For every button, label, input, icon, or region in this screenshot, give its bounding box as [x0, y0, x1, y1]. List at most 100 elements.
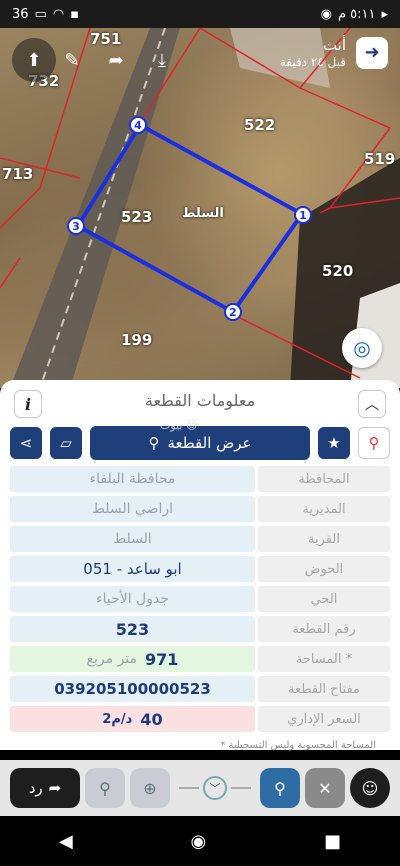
google-maps-icon: ⚲: [368, 434, 380, 452]
info-button[interactable]: i: [14, 390, 42, 418]
share-button[interactable]: ⋖: [10, 427, 42, 459]
tools-icon: ✕: [318, 778, 332, 798]
download-icon: ⤓: [158, 49, 166, 71]
forward-icon: ➦: [108, 49, 124, 71]
parcel-info-panel: i معلومات القطعة ︿ ⋖ ▱ بيوت ☺ ⚲ عرض القط…: [0, 380, 400, 751]
favorite-button[interactable]: ★: [318, 427, 350, 459]
compass-icon: ⬆: [26, 49, 42, 71]
status-time: ٥:١١ م: [337, 6, 376, 22]
google-maps-button[interactable]: ⚲: [358, 427, 390, 459]
parcel-label-713: 713: [2, 165, 34, 183]
parcel-label-519: 519: [364, 150, 396, 168]
area-key: المساحة *: [258, 646, 390, 672]
reply-arrow-icon: ➦: [48, 779, 62, 797]
parcel-number-value: 523: [10, 616, 255, 642]
directorate-key: المديرية: [258, 496, 390, 522]
status-bar: 36 ▭ ◠ ▪ ◉ ٥:١١ م ▸: [0, 0, 400, 28]
directorate-value: اراضي السلط: [10, 496, 255, 522]
chevron-up-icon: ︿: [365, 397, 379, 413]
show-parcel-button[interactable]: بيوت ☺ ⚲ عرض القطعة: [90, 419, 310, 460]
info-table: محافظة البلقاء المحافظة اراضي السلط المد…: [0, 466, 400, 755]
price-cell: د/م2 40: [10, 706, 255, 732]
reply-button[interactable]: رد ➦: [10, 768, 80, 808]
vertex-marker-3[interactable]: 3: [67, 217, 85, 235]
collapse-button[interactable]: ︿: [358, 390, 386, 418]
locate-me-button[interactable]: ◎: [342, 328, 382, 368]
table-row: د/م2 40 السعر الإداري: [10, 706, 390, 732]
neighborhood-key: الحي: [258, 586, 390, 612]
table-row: 523 رقم القطعة: [10, 616, 390, 642]
handle-line-left: [179, 787, 199, 789]
share-arrow-icon: ➜: [364, 42, 380, 64]
parcel-key-key: مفتاح القطعة: [258, 676, 390, 702]
vertex-marker-1[interactable]: 1: [294, 206, 312, 224]
governorate-key: المحافظة: [258, 466, 390, 492]
area-note: * المساحة المحسوبة وليس التسجيلية: [220, 740, 376, 751]
table-row: ابو ساعد - 051 الحوض: [10, 556, 390, 582]
parcel-label-522: 522: [244, 116, 276, 134]
recents-icon[interactable]: ■: [324, 831, 341, 852]
basin-value: ابو ساعد - 051: [10, 556, 255, 582]
panel-header: i معلومات القطعة ︿: [0, 380, 400, 420]
battery-icon: ▭: [34, 6, 47, 22]
polygon-icon: ▱: [60, 434, 72, 452]
reply-label: رد: [28, 779, 43, 797]
area-unit: متر مربع: [86, 651, 138, 667]
show-parcel-label: عرض القطعة: [167, 434, 252, 452]
village-key: القرية: [258, 526, 390, 552]
area-cell: متر مربع 971: [10, 646, 255, 672]
share-map-button[interactable]: ➜: [356, 36, 388, 69]
pencil-icon: ✎: [64, 49, 80, 71]
home-icon[interactable]: ◉: [191, 831, 207, 852]
notification-icon: ▪: [70, 6, 79, 22]
download-button[interactable]: ⤓: [140, 38, 184, 82]
add-location-button[interactable]: ⊕: [130, 768, 170, 808]
panel-actions: ⋖ ▱ بيوت ☺ ⚲ عرض القطعة ★ ⚲: [0, 419, 400, 466]
price-key: السعر الإداري: [258, 706, 390, 732]
village-value: السلط: [10, 526, 255, 552]
table-row: السلط القرية: [10, 526, 390, 552]
expand-handle[interactable]: ﹀: [175, 776, 255, 800]
vertex-marker-4[interactable]: 4: [129, 116, 147, 134]
forward-button[interactable]: ➦: [94, 38, 138, 82]
parcel-label-523: 523: [121, 208, 153, 226]
battery-level: 36: [12, 6, 29, 22]
whatsapp-icon: ◉: [320, 6, 332, 22]
governorate-value: محافظة البلقاء: [10, 466, 255, 492]
location-button[interactable]: ⚲: [260, 768, 300, 808]
parcel-key-value[interactable]: 039205100000523: [10, 676, 255, 702]
price-value: 40: [140, 709, 163, 729]
table-row: جدول الأحياء الحي: [10, 586, 390, 612]
watermark: بيوت ☺: [160, 419, 198, 432]
search-button[interactable]: ⚲: [85, 768, 125, 808]
draw-area-button[interactable]: ▱: [50, 427, 82, 459]
table-row: محافظة البلقاء المحافظة: [10, 466, 390, 492]
back-icon[interactable]: ◀: [59, 831, 73, 852]
map-header-title: أنت: [322, 36, 346, 54]
star-icon: ★: [327, 434, 341, 452]
neighborhood-value: جدول الأحياء: [10, 586, 255, 612]
chevron-down-icon: ﹀: [203, 776, 227, 800]
area-label: السلط: [182, 206, 224, 221]
vertex-marker-2[interactable]: 2: [224, 303, 242, 321]
share-icon: ⋖: [19, 434, 33, 452]
search-icon: ⚲: [99, 778, 111, 798]
price-unit: د/م2: [102, 711, 133, 727]
emoji-icon: ☺: [361, 778, 379, 798]
map-header: أنت قبل ٢٤ دقيقة ➜: [280, 36, 388, 70]
table-row: 039205100000523 مفتاح القطعة: [10, 676, 390, 702]
wifi-icon: ◠: [52, 6, 65, 22]
tools-button[interactable]: ✕: [305, 768, 345, 808]
edit-button[interactable]: ✎: [50, 38, 94, 82]
crosshair-icon: ◎: [353, 336, 371, 360]
info-icon: i: [24, 394, 32, 414]
location-icon: ⚲: [274, 778, 286, 798]
map-header-subtitle: قبل ٢٤ دقيقة: [279, 54, 346, 69]
satellite-map[interactable]: 751 732 522 519 713 523 السلط 520 199 4 …: [0, 28, 400, 388]
parcel-label-199: 199: [121, 331, 153, 349]
add-location-icon: ⊕: [143, 778, 157, 798]
emoji-button[interactable]: ☺: [350, 768, 390, 808]
location-pin-icon: ⚲: [148, 434, 160, 452]
android-nav-bar: ◀ ◉ ■: [0, 816, 400, 866]
table-row: متر مربع 971 المساحة *: [10, 646, 390, 672]
